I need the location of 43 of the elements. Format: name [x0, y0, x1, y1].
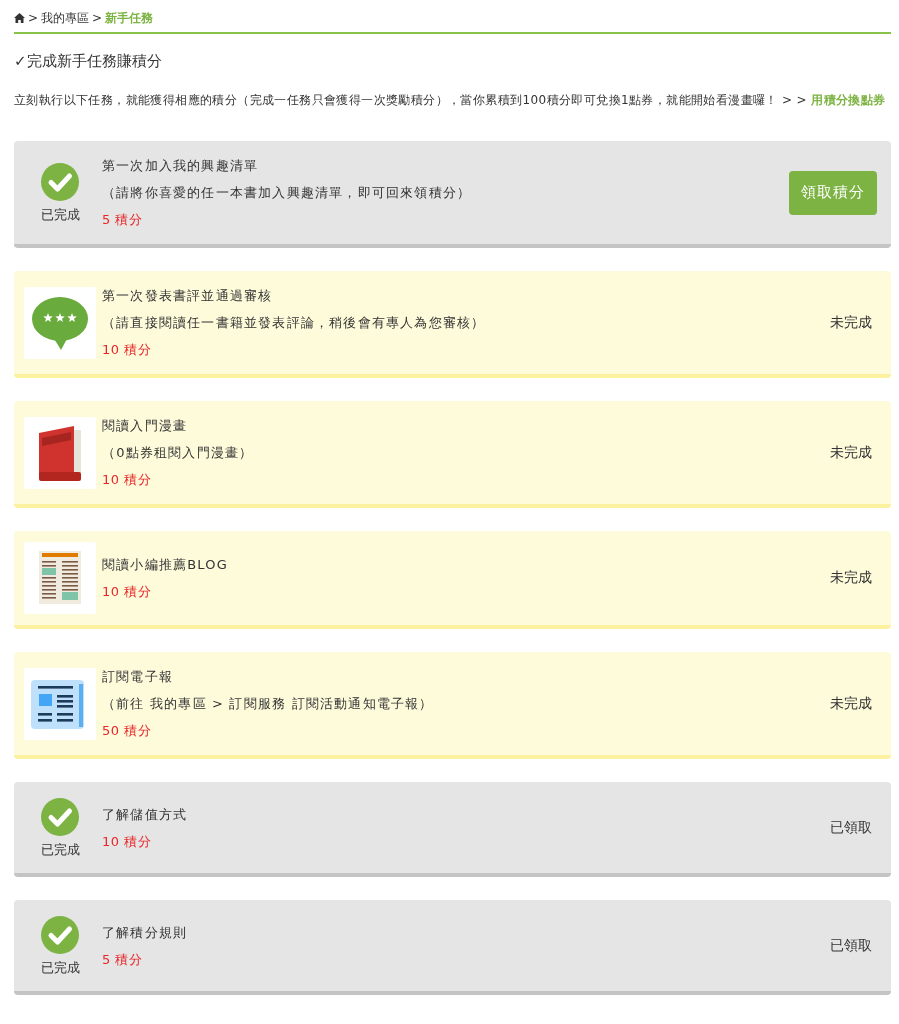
page-title: ✓完成新手任務賺積分 — [14, 51, 163, 71]
intro-text: 立刻執行以下任務，就能獲得相應的積分（完成一任務只會獲得一次獎勵積分），當你累積到100積分即可兌換1點券，就能開始看漫畫囉！ > > 用積分換點券 — [14, 92, 887, 109]
newspaper-icon — [24, 667, 96, 740]
status-label: 已領取 — [830, 818, 872, 837]
book-icon — [24, 416, 96, 489]
points-label: 10 積分 — [102, 583, 152, 601]
status-label: 未完成 — [830, 569, 872, 587]
speech-bubble-icon — [24, 286, 96, 359]
status-label: 未完成 — [830, 313, 872, 332]
task-title: 第一次加入我的興趣清單 — [102, 157, 259, 175]
task-title: 閱讀小編推薦BLOG — [102, 556, 228, 574]
status-label: 已領取 — [830, 936, 872, 955]
task-title: 第一次發表書評並通過審核 — [102, 287, 273, 305]
task-title: 訂閱電子報 — [102, 668, 173, 686]
completed-label: 已完成 — [40, 841, 80, 858]
completed-label: 已完成 — [40, 959, 80, 976]
status-label: 未完成 — [830, 443, 872, 462]
task-note: （前往 我的專區 > 訂閱服務 訂閱活動通知電子報） — [102, 695, 434, 713]
home-icon[interactable] — [14, 13, 25, 23]
check-circle-icon — [41, 162, 79, 201]
breadcrumb-link[interactable]: 我的專區 — [41, 9, 90, 27]
points-label: 50 積分 — [102, 722, 152, 740]
breadcrumb-separator: > — [28, 11, 39, 25]
claim-button[interactable]: 領取積分 — [789, 170, 877, 215]
task-title: 閱讀入門漫畫 — [102, 417, 188, 435]
task-title: 了解積分規則 — [102, 923, 188, 942]
points-label: 5 積分 — [102, 211, 143, 229]
task-note: （請直接閱讀任一書籍並發表評論，稍後會有專人為您審核） — [102, 314, 486, 332]
task-title: 了解儲值方式 — [102, 805, 188, 824]
points-label: 5 積分 — [102, 950, 143, 969]
task-note: （請將你喜愛的任一本書加入興趣清單，即可回來領積分） — [102, 184, 472, 202]
check-circle-icon — [41, 797, 79, 836]
task-note: （0點券租閱入門漫畫） — [102, 444, 254, 462]
document-icon — [24, 542, 96, 614]
check-circle-icon — [41, 915, 79, 954]
breadcrumb-separator: > — [92, 11, 103, 25]
status-label: 未完成 — [830, 694, 872, 713]
points-label: 10 積分 — [102, 341, 152, 359]
points-label: 10 積分 — [102, 471, 152, 489]
completed-label: 已完成 — [40, 206, 80, 223]
exchange-link[interactable]: 用積分換點券 — [811, 93, 886, 107]
breadcrumb-link[interactable]: 新手任務 — [105, 9, 154, 27]
points-label: 10 積分 — [102, 832, 152, 851]
